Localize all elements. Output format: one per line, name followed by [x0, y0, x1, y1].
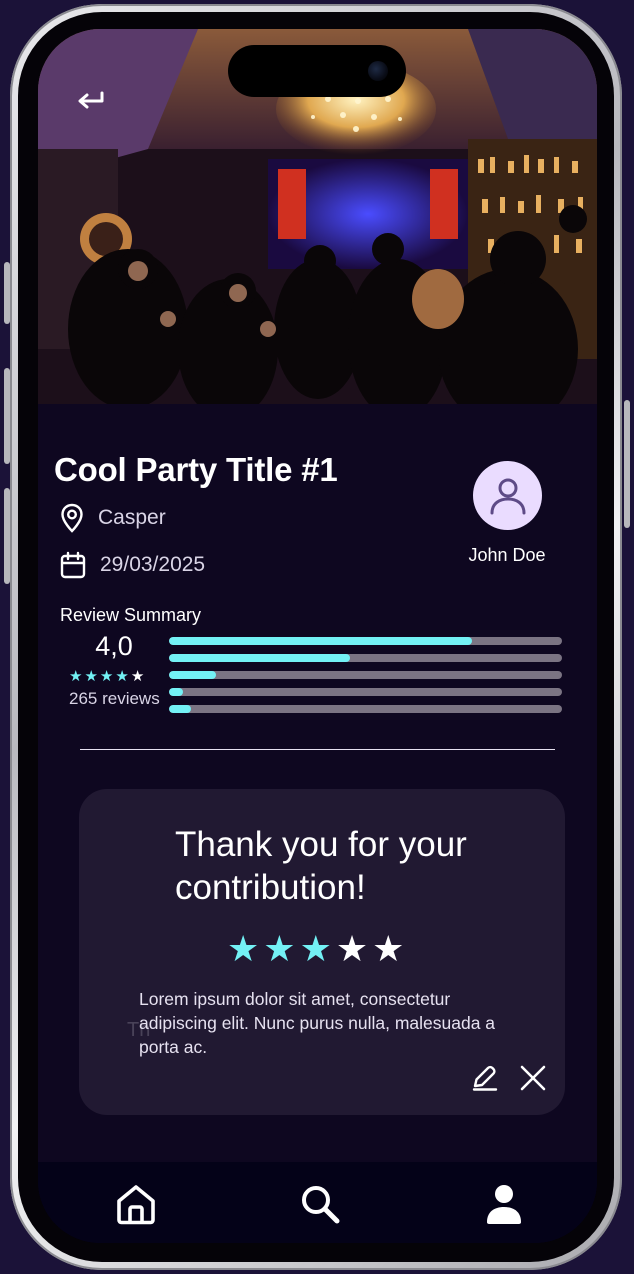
review-summary-label: Review Summary — [60, 605, 202, 625]
rating-bar — [169, 654, 562, 662]
pencil-icon — [472, 1065, 498, 1091]
rating-bar-fill — [169, 688, 183, 696]
phone-volume-up-button — [4, 368, 10, 464]
dismiss-button[interactable] — [518, 1063, 548, 1093]
phone-action-button — [4, 262, 10, 324]
user-icon — [490, 478, 525, 514]
rating-bar — [169, 688, 562, 696]
rating-bar — [169, 637, 562, 645]
star-empty-icon: ★ — [130, 668, 145, 685]
phone-power-button — [624, 400, 630, 528]
edit-review-button[interactable] — [470, 1063, 500, 1093]
bottom-navigation — [38, 1162, 597, 1243]
home-icon — [117, 1185, 155, 1225]
event-date-text: 29/03/2025 — [100, 553, 206, 576]
star-filled-icon[interactable]: ★ — [300, 929, 332, 969]
rating-bar-fill — [169, 705, 191, 713]
profile-icon — [487, 1185, 521, 1224]
average-rating: 4,0 — [95, 631, 133, 661]
rating-bar — [169, 705, 562, 713]
star-filled-icon: ★ — [99, 668, 114, 685]
app-screen: Cool Party Title #1 Casper 29/03/2025 Jo… — [38, 29, 597, 1243]
rating-bar — [169, 671, 562, 679]
star-filled-icon: ★ — [84, 668, 98, 685]
calendar-icon — [60, 551, 86, 579]
contribution-heading: Thank you for your contribution! — [175, 825, 467, 907]
nav-profile-button[interactable] — [482, 1182, 526, 1226]
nav-search-button[interactable] — [298, 1182, 342, 1226]
rating-bar-fill — [169, 654, 350, 662]
phone-volume-down-button — [4, 488, 10, 584]
map-pin-icon — [61, 503, 83, 533]
close-icon — [520, 1065, 546, 1091]
average-rating-stars: ★ ★ ★ ★ ★ — [69, 669, 144, 685]
host-name[interactable]: John Doe — [438, 545, 576, 566]
rating-distribution — [169, 637, 562, 722]
star-filled-icon[interactable]: ★ — [263, 929, 295, 969]
back-arrow-icon — [78, 91, 104, 109]
star-filled-icon: ★ — [69, 668, 83, 685]
event-title: Cool Party Title #1 — [54, 451, 338, 488]
user-rating-stars: ★ ★ ★ ★ ★ — [227, 929, 404, 969]
event-location-text: Casper — [98, 506, 166, 529]
search-icon — [302, 1186, 340, 1224]
review-count: 265 reviews — [69, 689, 160, 708]
star-filled-icon: ★ — [115, 668, 129, 685]
star-filled-icon[interactable]: ★ — [227, 929, 259, 969]
host-avatar[interactable] — [473, 461, 542, 530]
nav-home-button[interactable] — [114, 1182, 158, 1226]
section-divider — [80, 749, 555, 750]
star-empty-icon[interactable]: ★ — [372, 929, 404, 969]
front-camera — [368, 61, 388, 81]
back-button[interactable] — [72, 85, 108, 117]
rating-bar-fill — [169, 671, 217, 679]
event-location: Casper — [60, 503, 166, 533]
contribution-body: Lorem ipsum dolor sit amet, consectetur … — [139, 989, 496, 1057]
rating-bar-fill — [169, 637, 472, 645]
dynamic-island — [228, 45, 406, 97]
contribution-card: Thank you for your contribution! ★ ★ ★ ★ ★ T… — [79, 789, 565, 1115]
event-date: 29/03/2025 — [60, 551, 205, 579]
star-empty-icon[interactable]: ★ — [336, 929, 368, 969]
